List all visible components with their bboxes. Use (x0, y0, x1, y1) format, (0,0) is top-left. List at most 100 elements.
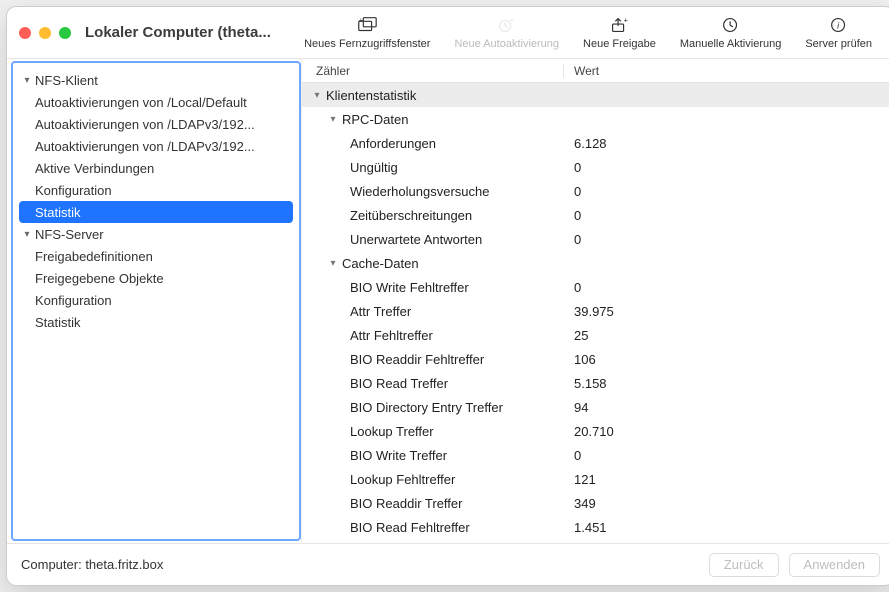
cell-counter: Attr Treffer (350, 304, 411, 319)
apply-button[interactable]: Anwenden (789, 553, 880, 577)
table-row: BIO Directory Entry Treffer 94 (302, 395, 889, 419)
toolbar-label: Neue Freigabe (583, 38, 656, 50)
sidebar-item[interactable]: Statistik (13, 311, 299, 333)
main-panel: Zähler Wert ▾Klientenstatistik▾RPC-Daten… (301, 59, 889, 543)
cell-counter: BIO Readdir Fehltreffer (350, 352, 484, 367)
svg-text:+: + (359, 16, 363, 24)
cell-value: 94 (574, 400, 588, 415)
toolbar-check[interactable]: i Server prüfen (805, 16, 872, 50)
toolbar-remote[interactable]: +Neues Fernzugriffsfenster (304, 16, 430, 50)
back-button[interactable]: Zurück (709, 553, 779, 577)
cell-counter: Lookup Fehltreffer (350, 472, 455, 487)
cell-value: 39.975 (574, 304, 614, 319)
sidebar-item[interactable]: Konfiguration (13, 289, 299, 311)
sidebar-item-label: Konfiguration (35, 183, 112, 198)
zoom-icon[interactable] (59, 27, 71, 39)
sidebar-item-label: NFS-Server (35, 227, 104, 242)
table-row: BIO Read Treffer 5.158 (302, 371, 889, 395)
chevron-down-icon: ▾ (19, 75, 35, 86)
sidebar-item[interactable]: Freigabedefinitionen (13, 245, 299, 267)
sidebar-item[interactable]: Aktive Verbindungen (13, 157, 299, 179)
cell-counter: BIO Directory Entry Treffer (350, 400, 503, 415)
cell-value: 0 (574, 208, 581, 223)
window-controls (19, 27, 71, 39)
cell-counter: RPC-Daten (342, 112, 408, 127)
toolbar-label: Manuelle Aktivierung (680, 38, 782, 50)
computer-name: theta.fritz.box (85, 557, 163, 572)
cell-value: 121 (574, 472, 596, 487)
chevron-down-icon: ▾ (19, 229, 35, 240)
sidebar-item-label: NFS-Klient (35, 73, 98, 88)
sidebar-item[interactable]: Autoaktivierungen von /LDAPv3/192... (13, 135, 299, 157)
cell-counter: Cache-Daten (342, 256, 419, 271)
cell-counter: Zeitüberschreitungen (350, 208, 472, 223)
table-row: Wiederholungsversuche 0 (302, 179, 889, 203)
minimize-icon[interactable] (39, 27, 51, 39)
sidebar-item-label: Autoaktivierungen von /Local/Default (35, 95, 247, 110)
cell-value: 0 (574, 280, 581, 295)
chevron-down-icon: ▾ (310, 90, 324, 101)
sidebar-item-label: Konfiguration (35, 293, 112, 308)
cell-counter: BIO Write Treffer (350, 448, 447, 463)
toolbar-share[interactable]: + Neue Freigabe (583, 16, 656, 50)
close-icon[interactable] (19, 27, 31, 39)
sidebar-group[interactable]: ▾NFS-Server (13, 223, 299, 245)
sidebar[interactable]: ▾NFS-KlientAutoaktivierungen von /Local/… (11, 61, 301, 541)
sidebar-item[interactable]: Autoaktivierungen von /Local/Default (13, 91, 299, 113)
cell-counter: BIO Write Fehltreffer (350, 280, 469, 295)
cell-value: 106 (574, 352, 596, 367)
chevron-down-icon: ▾ (326, 258, 340, 269)
sidebar-item-label: Freigegebene Objekte (35, 271, 164, 286)
svg-text:+: + (624, 16, 628, 24)
table-group-row[interactable]: ▾Cache-Daten (302, 251, 889, 275)
sidebar-group[interactable]: ▾NFS-Klient (13, 69, 299, 91)
cell-value: 6.128 (574, 136, 607, 151)
cell-counter: Klientenstatistik (326, 88, 416, 103)
cell-counter: Unerwartete Antworten (350, 232, 482, 247)
app-window: Lokaler Computer (theta... +Neues Fernzu… (6, 6, 889, 586)
sidebar-item-label: Aktive Verbindungen (35, 161, 154, 176)
cell-counter: BIO Read Treffer (350, 376, 448, 391)
table-row: BIO Write Treffer 0 (302, 443, 889, 467)
table-group-row[interactable]: ▾Klientenstatistik (302, 83, 889, 107)
col-header-value[interactable]: Wert (564, 64, 889, 78)
cell-value: 5.158 (574, 376, 607, 391)
table-row: Zeitüberschreitungen 0 (302, 203, 889, 227)
chevron-down-icon: ▾ (326, 114, 340, 125)
sidebar-item[interactable]: Konfiguration (13, 179, 299, 201)
toolbar: +Neues Fernzugriffsfenster+Neue Autoakti… (304, 16, 882, 50)
stats-table[interactable]: Zähler Wert ▾Klientenstatistik▾RPC-Daten… (301, 59, 889, 543)
toolbar-label: Server prüfen (805, 38, 872, 50)
cell-value: 0 (574, 184, 581, 199)
table-row: Lookup Treffer20.710 (302, 419, 889, 443)
cell-value: 349 (574, 496, 596, 511)
table-row: Attr Treffer 39.975 (302, 299, 889, 323)
window-title: Lokaler Computer (theta... (85, 24, 271, 41)
sidebar-item-label: Statistik (35, 205, 81, 220)
svg-text:i: i (837, 20, 840, 30)
table-row: BIO Readdir Fehltreffer 106 (302, 347, 889, 371)
table-row: BIO Readdir Treffer 349 (302, 491, 889, 515)
titlebar: Lokaler Computer (theta... +Neues Fernzu… (7, 7, 889, 59)
table-row: Unerwartete Antworten 0 (302, 227, 889, 251)
sidebar-item[interactable]: Autoaktivierungen von /LDAPv3/192... (13, 113, 299, 135)
content-body: ▾NFS-KlientAutoaktivierungen von /Local/… (7, 59, 889, 543)
sidebar-item-label: Autoaktivierungen von /LDAPv3/192... (35, 117, 255, 132)
toolbar-manual[interactable]: Manuelle Aktivierung (680, 16, 782, 50)
cell-value: 0 (574, 448, 581, 463)
cell-counter: BIO Read Fehltreffer (350, 520, 470, 535)
svg-text:+: + (510, 16, 514, 24)
sidebar-item-label: Freigabedefinitionen (35, 249, 153, 264)
sidebar-item[interactable]: Statistik (19, 201, 293, 223)
cell-value: 0 (574, 160, 581, 175)
cell-value: 1.451 (574, 520, 607, 535)
sidebar-item[interactable]: Freigegebene Objekte (13, 267, 299, 289)
cell-value: 0 (574, 232, 581, 247)
col-header-counter[interactable]: Zähler (302, 64, 564, 78)
sidebar-item-label: Autoaktivierungen von /LDAPv3/192... (35, 139, 255, 154)
cell-counter: BIO Readdir Treffer (350, 496, 462, 511)
footer: Computer: theta.fritz.box Zurück Anwende… (7, 543, 889, 585)
table-row: Anforderungen6.128 (302, 131, 889, 155)
table-group-row[interactable]: ▾RPC-Daten (302, 107, 889, 131)
cell-counter: Wiederholungsversuche (350, 184, 489, 199)
